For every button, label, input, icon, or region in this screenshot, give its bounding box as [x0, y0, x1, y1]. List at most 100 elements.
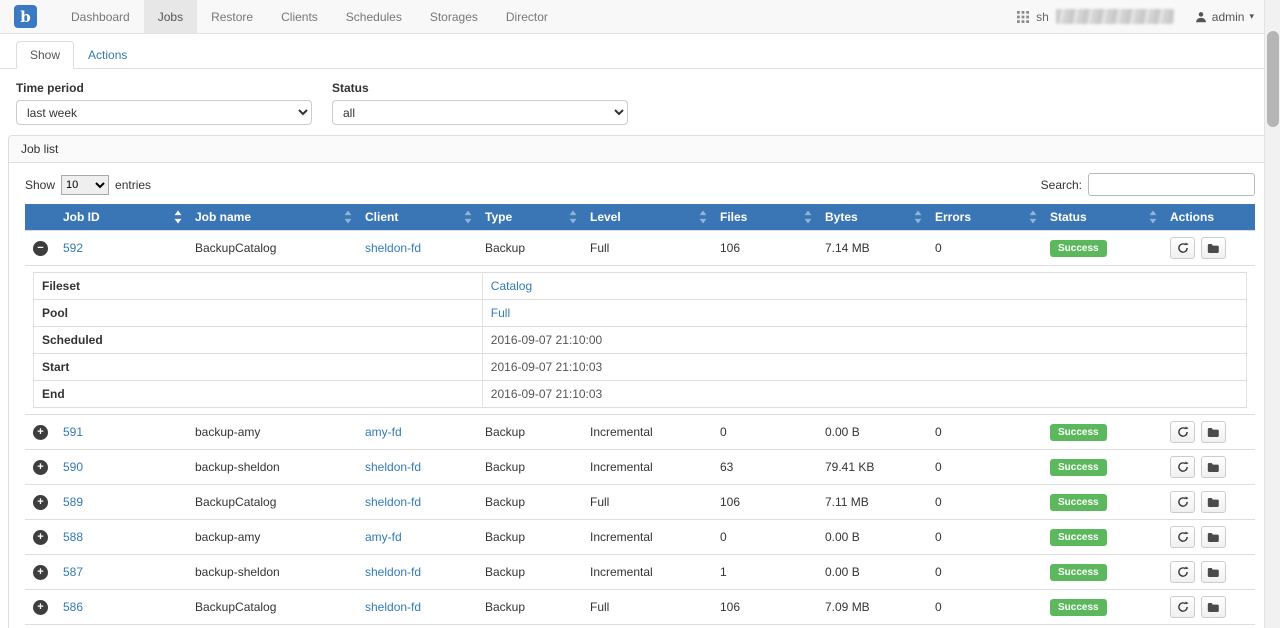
expand-row-button[interactable]: −: [33, 241, 48, 256]
time-period-select[interactable]: last week: [16, 100, 312, 125]
detail-value[interactable]: Full: [491, 306, 510, 320]
show-label: Show: [25, 178, 55, 192]
restore-job-button[interactable]: [1201, 561, 1226, 583]
scrollbar-thumb[interactable]: [1267, 31, 1279, 127]
expand-row-button[interactable]: +: [33, 460, 48, 475]
page-scrollbar[interactable]: [1264, 0, 1280, 628]
level-cell: Incremental: [582, 520, 712, 555]
job-id-link[interactable]: 588: [63, 530, 83, 544]
job-table-header-row: Job IDJob nameClientTypeLevelFilesBytesE…: [25, 204, 1255, 231]
client-link[interactable]: sheldon-fd: [365, 460, 421, 474]
client-link[interactable]: sheldon-fd: [365, 600, 421, 614]
subtabs: ShowActions: [0, 34, 1280, 69]
tab-actions[interactable]: Actions: [74, 41, 141, 69]
restore-job-button[interactable]: [1201, 421, 1226, 443]
nav-item-clients[interactable]: Clients: [267, 0, 332, 33]
errors-cell: 0: [927, 231, 1042, 266]
status-badge: Success: [1050, 240, 1107, 257]
tab-show[interactable]: Show: [16, 41, 74, 69]
column-header-job-id[interactable]: Job ID: [55, 204, 187, 231]
expand-row-button[interactable]: +: [33, 600, 48, 615]
column-header-files[interactable]: Files: [712, 204, 817, 231]
nav-item-storages[interactable]: Storages: [416, 0, 492, 33]
sort-icon[interactable]: [914, 211, 922, 224]
job-id-link[interactable]: 592: [63, 241, 83, 255]
level-cell: Full: [582, 231, 712, 266]
level-cell: Incremental: [582, 625, 712, 628]
entries-select[interactable]: 10: [61, 175, 109, 195]
detail-value[interactable]: Catalog: [491, 279, 532, 293]
files-cell: 0: [712, 625, 817, 628]
restore-job-button[interactable]: [1201, 491, 1226, 513]
client-link[interactable]: sheldon-fd: [365, 241, 421, 255]
job-id-link[interactable]: 591: [63, 425, 83, 439]
restore-job-button[interactable]: [1201, 456, 1226, 478]
column-header-bytes[interactable]: Bytes: [817, 204, 927, 231]
client-link[interactable]: amy-fd: [365, 530, 402, 544]
job-id-link[interactable]: 589: [63, 495, 83, 509]
job-id-link[interactable]: 586: [63, 600, 83, 614]
client-link[interactable]: sheldon-fd: [365, 495, 421, 509]
expand-row-button[interactable]: +: [33, 495, 48, 510]
nav-item-restore[interactable]: Restore: [197, 0, 267, 33]
app-logo[interactable]: b: [14, 5, 37, 28]
rerun-job-button[interactable]: [1170, 596, 1195, 618]
type-cell: Backup: [477, 625, 582, 628]
column-header-errors[interactable]: Errors: [927, 204, 1042, 231]
column-header-client[interactable]: Client: [357, 204, 477, 231]
client-link[interactable]: amy-fd: [365, 425, 402, 439]
time-period-filter: Time period last week: [16, 81, 312, 125]
column-header-job-name[interactable]: Job name: [187, 204, 357, 231]
rerun-job-button[interactable]: [1170, 526, 1195, 548]
sort-icon[interactable]: [464, 211, 472, 224]
sort-icon[interactable]: [174, 211, 182, 224]
nav-item-jobs[interactable]: Jobs: [144, 0, 197, 33]
expand-row-button[interactable]: +: [33, 565, 48, 580]
rerun-job-button[interactable]: [1170, 237, 1195, 259]
job-name-cell: backup-sheldon: [187, 450, 357, 485]
job-id-link[interactable]: 590: [63, 460, 83, 474]
sort-icon[interactable]: [804, 211, 812, 224]
expand-row-button[interactable]: +: [33, 425, 48, 440]
nav-item-dashboard[interactable]: Dashboard: [57, 0, 144, 33]
sort-icon[interactable]: [569, 211, 577, 224]
search-label: Search:: [1041, 178, 1082, 192]
sort-icon[interactable]: [1149, 211, 1157, 224]
search-input[interactable]: [1088, 173, 1255, 196]
column-header-actions[interactable]: Actions: [1162, 204, 1255, 231]
job-list-panel: Job list Show 10 entries Search: Job IDJ…: [8, 135, 1272, 628]
client-link[interactable]: sheldon-fd: [365, 565, 421, 579]
rerun-job-button[interactable]: [1170, 421, 1195, 443]
job-id-link[interactable]: 587: [63, 565, 83, 579]
sort-icon[interactable]: [344, 211, 352, 224]
nav-item-director[interactable]: Director: [492, 0, 562, 33]
job-row: + 586 BackupCatalog sheldon-fd Backup Fu…: [25, 590, 1255, 625]
bytes-cell: 0.00 B: [817, 625, 927, 628]
sort-icon[interactable]: [699, 211, 707, 224]
level-cell: Full: [582, 590, 712, 625]
user-menu[interactable]: admin ▾: [1195, 10, 1254, 24]
restore-job-button[interactable]: [1201, 237, 1226, 259]
detail-value: 2016-09-07 21:10:00: [491, 333, 602, 347]
column-header-status[interactable]: Status: [1042, 204, 1162, 231]
restore-job-button[interactable]: [1201, 596, 1226, 618]
bytes-cell: 79.41 KB: [817, 450, 927, 485]
status-select[interactable]: all: [332, 100, 628, 125]
column-header-level[interactable]: Level: [582, 204, 712, 231]
errors-cell: 0: [927, 520, 1042, 555]
rerun-job-button[interactable]: [1170, 561, 1195, 583]
errors-cell: 0: [927, 625, 1042, 628]
expand-row-button[interactable]: +: [33, 530, 48, 545]
type-cell: Backup: [477, 520, 582, 555]
restore-job-button[interactable]: [1201, 526, 1226, 548]
column-header-type[interactable]: Type: [477, 204, 582, 231]
rerun-job-button[interactable]: [1170, 456, 1195, 478]
errors-cell: 0: [927, 450, 1042, 485]
grid-icon[interactable]: [1017, 11, 1029, 23]
job-row: + 588 backup-amy amy-fd Backup Increment…: [25, 520, 1255, 555]
sort-icon[interactable]: [1029, 211, 1037, 224]
rerun-job-button[interactable]: [1170, 491, 1195, 513]
nav-item-schedules[interactable]: Schedules: [332, 0, 416, 33]
detail-row: Scheduled2016-09-07 21:10:00: [34, 327, 1247, 354]
status-badge: Success: [1050, 599, 1107, 616]
